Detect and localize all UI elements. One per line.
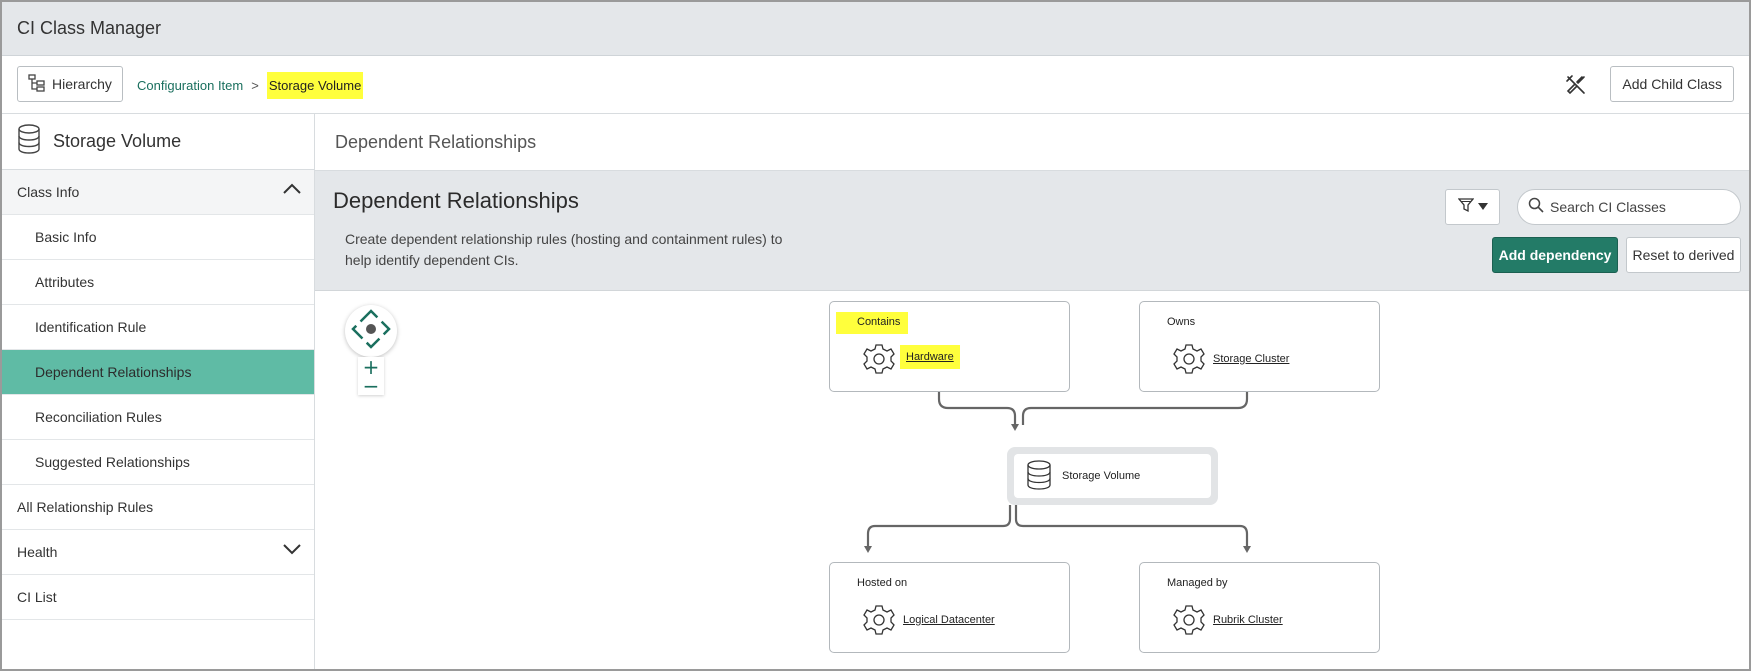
app-title: CI Class Manager (17, 18, 162, 38)
sidebar-item-label: Suggested Relationships (35, 454, 190, 470)
gear-icon (863, 604, 895, 641)
relationship-node-owns: Owns Storage Cluster (1139, 301, 1380, 392)
target-class-link[interactable]: Hardware (900, 345, 960, 369)
search-box (1517, 189, 1741, 225)
zoom-stack: + − (358, 357, 384, 396)
hierarchy-label: Hierarchy (52, 76, 112, 92)
title-bar: CI Class Manager (2, 2, 1749, 56)
app-frame: CI Class Manager Hierarchy Configuration… (0, 0, 1751, 671)
hierarchy-button[interactable]: Hierarchy (17, 66, 123, 102)
sidebar-item-label: Class Info (17, 184, 80, 200)
sidebar-item-label: Health (17, 544, 58, 560)
chevron-up-icon[interactable] (282, 182, 302, 199)
database-icon (17, 124, 41, 159)
breadcrumb-separator: > (251, 78, 259, 93)
sidebar-item-reconciliation-rules[interactable]: Reconciliation Rules (2, 395, 314, 440)
sidebar-item-label: Reconciliation Rules (35, 409, 162, 425)
sidebar-item-dependent-relationships[interactable]: Dependent Relationships (2, 350, 314, 395)
search-icon (1528, 197, 1544, 218)
sidebar-item-health[interactable]: Health (2, 530, 314, 575)
sidebar-item-label: Basic Info (35, 229, 97, 245)
pan-control[interactable] (345, 305, 397, 357)
hierarchy-icon (28, 73, 46, 95)
gear-icon (1173, 604, 1205, 641)
sidebar-item-class-info[interactable]: Class Info (2, 170, 314, 215)
database-icon (1026, 459, 1052, 493)
target-class-link[interactable]: Rubrik Cluster (1213, 614, 1283, 626)
sidebar-item-label: Identification Rule (35, 319, 147, 335)
target-class-link[interactable]: Storage Cluster (1213, 353, 1289, 365)
toolbar: Hierarchy Configuration Item > Storage V… (2, 56, 1749, 114)
breadcrumb-parent[interactable]: Configuration Item (137, 78, 243, 93)
tools-icon[interactable] (1563, 72, 1589, 98)
relationship-node-hosted-on: Hosted on Logical Datacenter (829, 562, 1070, 653)
sidebar-item-label: CI List (17, 589, 57, 605)
breadcrumb: Configuration Item > Storage Volume (137, 72, 364, 99)
gear-icon (1173, 343, 1205, 380)
gear-icon (863, 343, 895, 380)
relationship-label: Managed by (1167, 577, 1228, 589)
breadcrumb-current: Storage Volume (266, 72, 364, 99)
main-content: Dependent Relationships Dependent Relati… (315, 114, 1749, 669)
sidebar-item-label: Dependent Relationships (35, 364, 192, 380)
center-class-node: Storage Volume (1007, 447, 1218, 505)
add-child-class-button[interactable]: Add Child Class (1610, 66, 1734, 102)
relationships-panel: Dependent Relationships Create dependent… (315, 171, 1749, 291)
chevron-down-icon[interactable] (282, 542, 302, 559)
class-name: Storage Volume (53, 131, 182, 151)
filter-button[interactable] (1445, 189, 1500, 225)
reset-to-derived-button[interactable]: Reset to derived (1626, 237, 1741, 273)
relationship-label: Hosted on (857, 577, 908, 589)
center-class-label: Storage Volume (1062, 470, 1141, 482)
caret-down-icon (1477, 198, 1488, 216)
pan-icon (351, 308, 391, 354)
page-title: Dependent Relationships (315, 114, 1749, 171)
sidebar-header: Storage Volume (2, 114, 314, 170)
relationship-label: Owns (1167, 316, 1196, 328)
relationship-node-contains: Contains Hardware (829, 301, 1070, 392)
relationship-node-managed-by: Managed by Rubrik Cluster (1139, 562, 1380, 653)
sidebar-item-suggested-relationships[interactable]: Suggested Relationships (2, 440, 314, 485)
zoom-out-icon[interactable]: − (363, 376, 380, 396)
dependency-diagram: + − Contains Hardware Owns Storage Clust… (315, 291, 1749, 669)
sidebar-item-basic-info[interactable]: Basic Info (2, 215, 314, 260)
filter-icon (1457, 197, 1474, 218)
panel-description: Create dependent relationship rules (hos… (345, 231, 783, 268)
zoom-controls: + − (345, 305, 397, 396)
target-class-link[interactable]: Logical Datacenter (903, 614, 995, 626)
sidebar-item-identification-rule[interactable]: Identification Rule (2, 305, 314, 350)
search-ci-classes-input[interactable] (1550, 199, 1730, 215)
relationship-label: Contains (836, 312, 909, 334)
sidebar-item-ci-list[interactable]: CI List (2, 575, 314, 620)
add-dependency-button[interactable]: Add dependency (1492, 237, 1618, 273)
sidebar-item-label: All Relationship Rules (17, 499, 154, 515)
panel-title: Dependent Relationships (333, 188, 579, 213)
sidebar-item-label: Attributes (35, 274, 95, 290)
sidebar-item-attributes[interactable]: Attributes (2, 260, 314, 305)
zoom-in-icon[interactable]: + (363, 357, 380, 377)
sidebar-item-all-relationship-rules[interactable]: All Relationship Rules (2, 485, 314, 530)
sidebar: Storage Volume Class Info Basic Info Att… (2, 114, 315, 669)
